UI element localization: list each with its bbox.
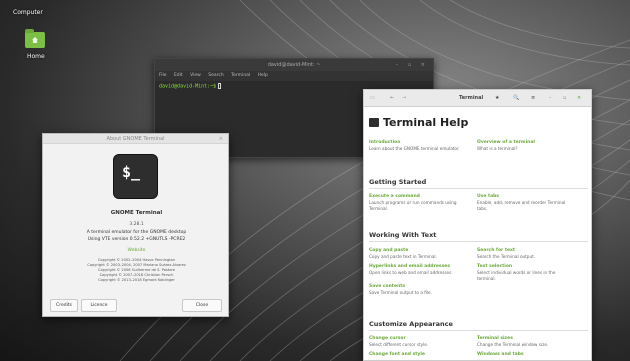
terminal-title: david@david-Mint: ~ — [267, 62, 321, 68]
back-arrow-icon[interactable]: ← — [390, 90, 394, 107]
link-change-font[interactable]: Change font and style — [369, 352, 425, 357]
app-version: 3.28.1 — [129, 222, 144, 227]
about-title: About GNOME Terminal — [106, 136, 165, 142]
prompt-text: david@david-Mint:~$ — [159, 83, 217, 90]
about-dialog[interactable]: About GNOME Terminal × $_ GNOME Terminal… — [42, 133, 229, 317]
terminal-icon — [369, 118, 379, 127]
credits-button[interactable]: Credits — [50, 299, 78, 312]
desc-search-text: Search the Terminal output. — [477, 254, 536, 259]
link-save-contents[interactable]: Save contents — [369, 284, 405, 289]
search-icon[interactable]: 🔍 — [513, 90, 519, 107]
link-execute-command[interactable]: Execute a command — [369, 194, 420, 199]
desc-hyperlinks: Open links to web and email addresses. — [369, 270, 453, 275]
close-button[interactable]: Close — [182, 299, 222, 312]
menu-help[interactable]: Help — [258, 73, 268, 78]
home-folder-icon[interactable] — [25, 29, 45, 48]
menu-file[interactable]: File — [159, 73, 167, 78]
link-windows-tabs[interactable]: Windows and tabs — [477, 352, 524, 357]
home-label[interactable]: Home — [27, 53, 45, 60]
desc-introduction: Learn about the GNOME terminal emulator. — [369, 146, 460, 151]
menu-terminal[interactable]: Terminal — [231, 73, 250, 78]
terminal-titlebar[interactable]: david@david-Mint: ~ – ▫ × — [155, 59, 433, 71]
app-description: A terminal emulator for the GNOME deskto… — [43, 230, 230, 243]
copyright-line: Copyright © 2013–2018 Egmont Koblinger — [98, 278, 175, 282]
link-text-selection[interactable]: Text selection — [477, 264, 512, 269]
link-hyperlinks[interactable]: Hyperlinks and email addresses — [369, 264, 450, 269]
desc-change-cursor: Select different cursor style. — [369, 342, 429, 347]
link-change-cursor[interactable]: Change cursor — [369, 336, 406, 341]
help-header-title: Terminal — [459, 95, 484, 101]
close-icon[interactable]: ✕ — [577, 90, 581, 107]
close-icon[interactable]: × — [219, 134, 223, 144]
maximize-icon[interactable]: ▫ — [563, 90, 566, 107]
computer-label[interactable]: Computer — [13, 9, 43, 16]
terminal-app-icon: $_ — [113, 154, 158, 199]
section-getting-started: Getting Started — [369, 178, 588, 189]
link-use-tabs[interactable]: Use tabs — [477, 194, 499, 199]
link-overview[interactable]: Overview of a terminal — [477, 140, 535, 145]
terminal-window-controls[interactable]: – ▫ × — [396, 59, 429, 71]
section-customize-appearance: Customize Appearance — [369, 320, 588, 331]
menu-search[interactable]: Search — [208, 73, 223, 78]
help-window[interactable]: ▭ ← → Terminal ★ 🔍 ≡ – ▫ ✕ Terminal Help… — [363, 89, 592, 361]
desc-use-tabs: Enable, add, remove and reorder Terminal… — [477, 200, 566, 211]
hamburger-menu-icon[interactable]: ≡ — [531, 90, 535, 107]
sidebar-toggle-icon[interactable]: ▭ — [370, 90, 375, 107]
desc-execute-command: Launch programs or run commands using Te… — [369, 200, 457, 211]
help-title-text: Terminal Help — [383, 116, 469, 129]
desc-line-2: Using VTE version 0.52.2 +GNUTLS -PCRE2 — [87, 236, 186, 242]
cursor-icon — [218, 83, 222, 89]
bookmark-star-icon[interactable]: ★ — [495, 90, 499, 107]
desc-terminal-sizes: Change the Terminal window size. — [477, 342, 549, 347]
minimize-icon[interactable]: – — [549, 90, 552, 107]
terminal-menubar: File Edit View Search Terminal Help — [155, 71, 433, 81]
about-titlebar[interactable]: About GNOME Terminal × — [43, 134, 228, 144]
menu-view[interactable]: View — [190, 73, 201, 78]
help-headerbar[interactable]: ▭ ← → Terminal ★ 🔍 ≡ – ▫ ✕ — [364, 90, 591, 107]
app-name: GNOME Terminal — [110, 210, 163, 216]
section-working-with-text: Working With Text — [369, 231, 588, 242]
desc-save-contents: Save Terminal output to a file. — [369, 290, 432, 295]
desc-overview: What is a terminal? — [477, 146, 518, 151]
link-search-text[interactable]: Search for text — [477, 248, 515, 253]
copyright-block: Copyright © 2002–2004 Havoc Pennington C… — [43, 258, 230, 283]
licence-button[interactable]: Licence — [81, 299, 117, 312]
website-link[interactable]: Website — [43, 248, 230, 253]
desc-text-selection: Select individual words or lines in the … — [477, 270, 556, 281]
help-page-title: Terminal Help — [369, 116, 468, 129]
link-terminal-sizes[interactable]: Terminal sizes — [477, 336, 513, 341]
desc-copy-paste: Copy and paste text in Terminal. — [369, 254, 437, 259]
menu-edit[interactable]: Edit — [174, 73, 183, 78]
link-copy-paste[interactable]: Copy and paste — [369, 248, 408, 253]
link-introduction[interactable]: Introduction — [369, 140, 400, 145]
forward-arrow-icon[interactable]: → — [402, 90, 406, 107]
